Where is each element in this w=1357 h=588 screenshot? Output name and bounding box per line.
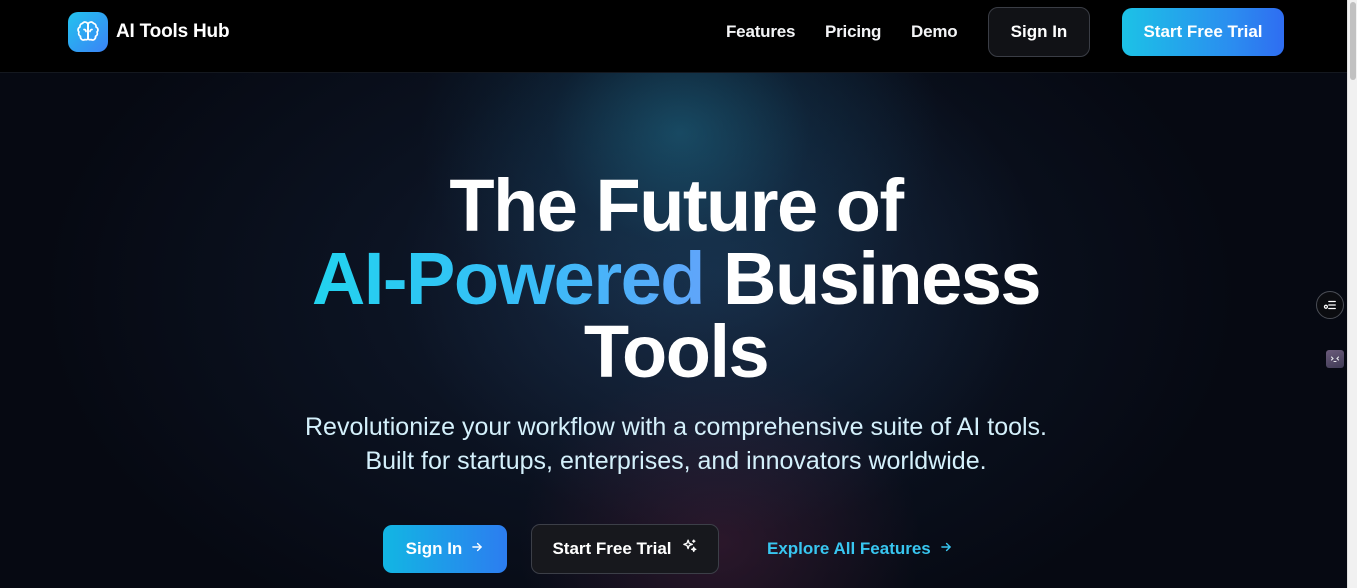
hero-title: The Future of AI-Powered Business Tools	[0, 164, 1347, 393]
brand-home-link[interactable]: AI Tools Hub	[68, 12, 230, 52]
page-scrollbar[interactable]	[1347, 0, 1357, 588]
hero-sign-in-label: Sign In	[405, 539, 463, 558]
nav-link-pricing[interactable]: Pricing	[825, 22, 881, 42]
nav-link-demo[interactable]: Demo	[911, 22, 958, 42]
nav-link-features[interactable]: Features	[726, 22, 795, 42]
hero-subtitle-line-1: Revolutionize your workflow with a compr…	[304, 413, 1048, 441]
arrow-right-icon	[939, 539, 953, 559]
hero-explore-features-link[interactable]: Explore All Features	[767, 539, 953, 559]
hero-title-line-3: Tools	[583, 310, 770, 393]
assistant-icon[interactable]	[1326, 350, 1344, 368]
hero-start-trial-label: Start Free Trial	[552, 539, 672, 558]
scrollbar-thumb[interactable]	[1350, 2, 1356, 80]
hero-explore-label: Explore All Features	[767, 539, 931, 558]
hero-title-line-2-rest: Business	[703, 237, 1042, 320]
nav-sign-in-button[interactable]: Sign In	[988, 7, 1090, 57]
hero-subtitle: Revolutionize your workflow with a compr…	[0, 410, 1347, 478]
brand-name: AI Tools Hub	[116, 21, 230, 42]
hero-sign-in-button[interactable]: Sign In	[383, 525, 507, 573]
top-navbar: AI Tools Hub Features Pricing Demo Sign …	[0, 0, 1347, 73]
hero-title-accent: AI-Powered	[311, 237, 706, 320]
menu-list-icon[interactable]	[1316, 291, 1344, 319]
hero-title-line-2: AI-Powered Business	[0, 242, 1347, 316]
sparkles-icon	[681, 538, 698, 560]
hero-start-trial-button[interactable]: Start Free Trial	[531, 524, 719, 574]
hero-subtitle-line-2: Built for startups, enterprises, and inn…	[365, 447, 987, 475]
arrow-right-icon	[470, 539, 484, 559]
nav-start-trial-button[interactable]: Start Free Trial	[1122, 8, 1284, 56]
hero-section: The Future of AI-Powered Business Tools …	[0, 73, 1347, 588]
brain-icon	[68, 12, 108, 52]
hero-title-line-1: The Future of	[449, 164, 904, 247]
